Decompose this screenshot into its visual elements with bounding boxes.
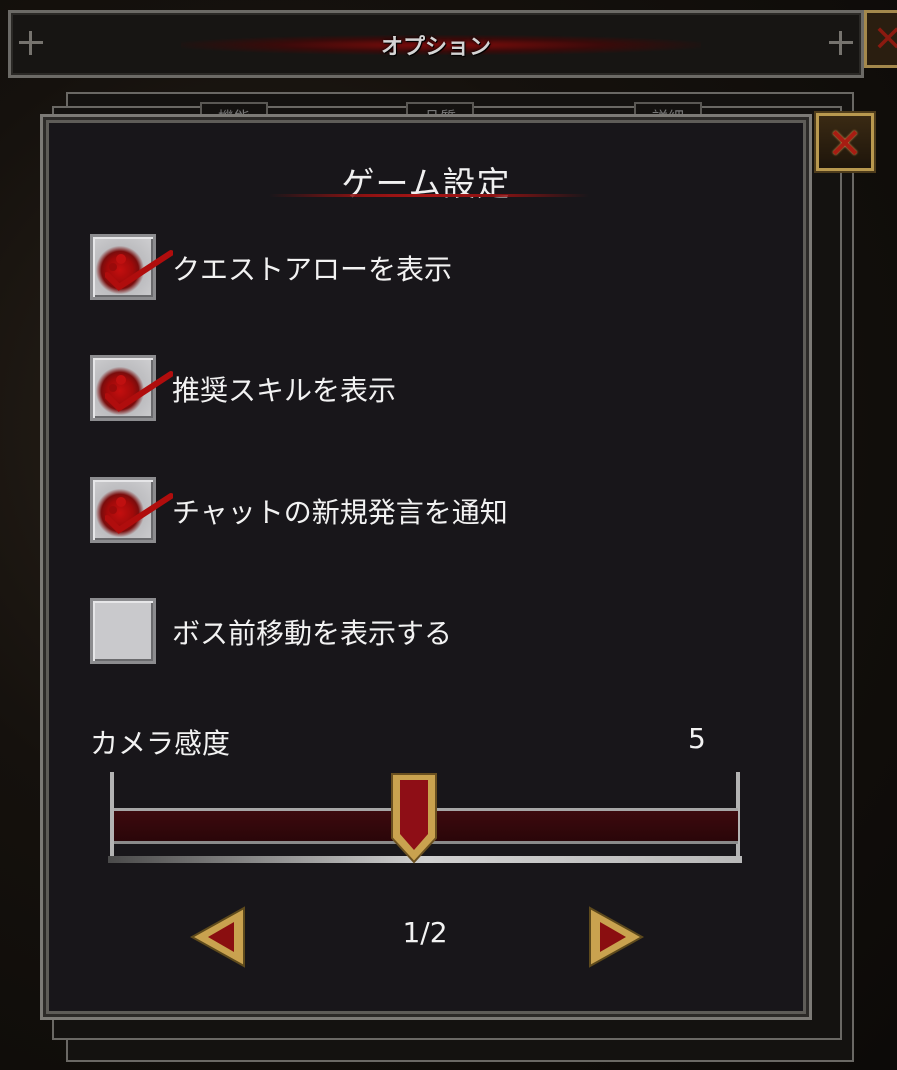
blood-checkmark-icon (105, 250, 173, 291)
arrow-left-icon (189, 906, 245, 968)
slider-thumb[interactable] (388, 772, 440, 864)
next-page-button[interactable] (586, 904, 646, 970)
page-indicator: 1/2 (402, 916, 448, 949)
camera-sensitivity-label: カメラ感度 (90, 727, 231, 760)
window-title-bar: オプション (8, 10, 864, 78)
panel-close-button[interactable]: ✕ (816, 113, 874, 171)
quest-arrow-checkbox[interactable] (90, 234, 173, 300)
option-recommended-skill[interactable]: 推奨スキルを表示 (90, 355, 710, 421)
option-boss-move[interactable]: ボス前移動を表示する (90, 598, 710, 664)
prev-page-button[interactable] (188, 904, 248, 970)
panel-title: ゲーム設定 (341, 164, 511, 203)
blood-checkmark-icon (105, 493, 173, 534)
option-label: 推奨スキルを表示 (172, 374, 397, 407)
option-label: チャットの新規発言を通知 (172, 496, 508, 529)
close-icon: ✕ (873, 19, 897, 60)
recommended-skill-checkbox[interactable] (90, 355, 173, 421)
arrow-right-icon (589, 906, 645, 968)
option-label: クエストアローを表示 (172, 253, 453, 286)
camera-sensitivity-value: 5 (688, 722, 706, 755)
option-chat-notify[interactable]: チャットの新規発言を通知 (90, 477, 710, 543)
window-title: オプション (380, 35, 491, 60)
boss-move-checkbox[interactable] (90, 598, 156, 664)
chat-notify-checkbox[interactable] (90, 477, 173, 543)
option-quest-arrow[interactable]: クエストアローを表示 (90, 234, 710, 300)
camera-sensitivity-slider[interactable] (108, 772, 744, 868)
option-label: ボス前移動を表示する (172, 617, 453, 650)
title-underline (269, 194, 589, 197)
blood-checkmark-icon (105, 371, 173, 412)
close-icon: ✕ (827, 119, 863, 168)
window-close-button[interactable]: ✕ (864, 10, 897, 68)
